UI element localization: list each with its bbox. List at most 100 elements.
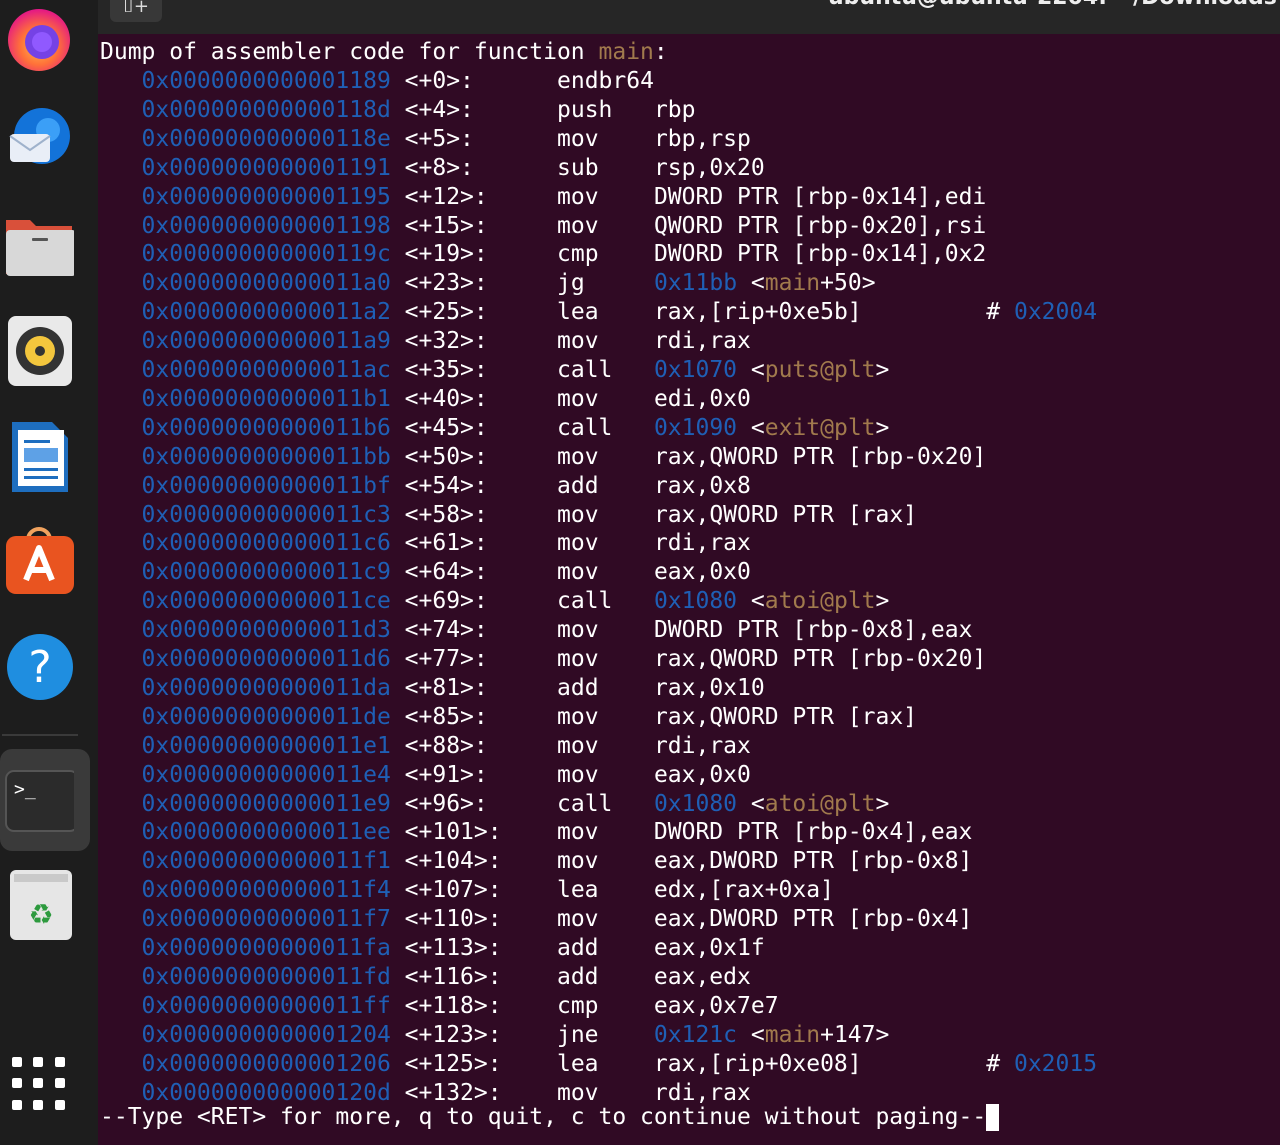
pager-prompt-text: --Type <RET> for more, q to quit, c to c…	[100, 1104, 987, 1130]
pager-prompt: --Type <RET> for more, q to quit, c to c…	[100, 1103, 1000, 1132]
instruction-offset: <+35>:	[404, 357, 488, 383]
show-apps-grid-icon[interactable]	[12, 1057, 66, 1111]
disassembly-line: 0x00000000000011d6 <+77>: mov rax,QWORD …	[100, 645, 987, 674]
instruction-operands: rax,[rip+0xe08]	[653, 1050, 862, 1077]
trash-icon[interactable]: ♻	[4, 870, 74, 940]
instruction-operands: DWORD PTR [rbp-0x4],eax	[653, 819, 973, 846]
instruction-operands: eax,0x7e7	[653, 992, 779, 1019]
instruction-address: 0x00000000000011ff	[141, 992, 391, 1019]
instruction-mnemonic: mov	[557, 703, 599, 730]
disassembly-line: 0x00000000000011de <+85>: mov rax,QWORD …	[100, 703, 918, 732]
instruction-mnemonic: call	[557, 790, 613, 817]
instruction-mnemonic: mov	[557, 761, 599, 788]
instruction-offset: <+104>:	[404, 848, 502, 875]
instruction-address: 0x00000000000011c9	[141, 559, 391, 586]
disassembly-line: 0x00000000000011bf <+54>: add rax,0x8	[100, 472, 751, 501]
instruction-address: 0x0000000000001204	[141, 1021, 391, 1048]
instruction-offset: <+15>:	[404, 212, 488, 239]
intro-colon: :	[653, 39, 668, 65]
instruction-address: 0x00000000000011ee	[141, 819, 391, 846]
disassembly-line: 0x00000000000011ff <+118>: cmp eax,0x7e7	[100, 992, 779, 1021]
terminal-icon[interactable]: >_	[4, 765, 74, 835]
instruction-operands: rdi,rax	[653, 530, 751, 557]
instruction-operands: edx,[rax+0xa]	[653, 877, 834, 904]
branch-target-address: 0x1070	[653, 357, 738, 383]
firefox-icon[interactable]	[4, 2, 74, 72]
instruction-mnemonic: mov	[557, 732, 599, 759]
instruction-address: 0x00000000000011e4	[141, 761, 391, 788]
terminal-output[interactable]: Dump of assembler code for function main…	[98, 34, 1280, 1145]
instruction-offset: <+116>:	[404, 963, 502, 990]
instruction-address: 0x00000000000011f7	[141, 906, 391, 933]
instruction-address: 0x0000000000001189	[141, 68, 391, 94]
terminal-header-bar: ⌷+ ubuntu@ubuntu-2204: ~/Downloads	[98, 0, 1280, 34]
instruction-operands: eax,0x0	[653, 761, 751, 788]
instruction-address: 0x00000000000011de	[141, 703, 391, 730]
branch-target-address: 0x1080	[653, 790, 738, 817]
instruction-offset: <+25>:	[404, 299, 488, 326]
instruction-mnemonic: add	[557, 674, 599, 701]
instruction-offset: <+125>:	[404, 1050, 502, 1077]
disassembly-line: 0x0000000000001198 <+15>: mov QWORD PTR …	[100, 212, 987, 241]
instruction-mnemonic: cmp	[557, 241, 599, 268]
instruction-operands: rdi,rax	[653, 732, 751, 759]
instruction-mnemonic: mov	[557, 125, 599, 152]
instruction-address: 0x000000000000118d	[141, 96, 391, 123]
instruction-operands: eax,DWORD PTR [rbp-0x4]	[653, 906, 973, 933]
instruction-operands: DWORD PTR [rbp-0x14],edi	[653, 183, 987, 210]
new-tab-button[interactable]: ⌷+	[110, 0, 162, 22]
instruction-offset: <+118>:	[404, 992, 502, 1019]
instruction-operands: rdi,rax	[653, 328, 751, 355]
instruction-offset: <+12>:	[404, 183, 488, 210]
instruction-mnemonic: add	[557, 472, 599, 499]
disassembly-line: 0x00000000000011e9 <+96>: call 0x1080 <a…	[141, 790, 890, 817]
instruction-address: 0x0000000000001198	[141, 212, 391, 239]
instruction-address: 0x000000000000118e	[141, 125, 391, 152]
instruction-mnemonic: mov	[557, 501, 599, 528]
instruction-address: 0x00000000000011e9	[141, 790, 391, 817]
branch-target-address: 0x11bb	[653, 270, 738, 297]
rhythmbox-icon[interactable]	[4, 316, 74, 386]
instruction-mnemonic: mov	[557, 530, 599, 557]
app-center-icon[interactable]	[4, 526, 74, 596]
thunderbird-icon[interactable]	[4, 104, 74, 174]
disassembly-line: 0x00000000000011c6 <+61>: mov rdi,rax	[100, 529, 751, 558]
instruction-address: 0x00000000000011b6	[141, 414, 391, 441]
dock-separator	[2, 734, 78, 736]
instruction-mnemonic: call	[557, 588, 613, 615]
disassembly-line: 0x00000000000011ee <+101>: mov DWORD PTR…	[100, 818, 973, 847]
disassembly-line: 0x000000000000118d <+4>: push rbp	[100, 96, 696, 125]
branch-target-address: 0x1090	[653, 414, 738, 441]
disassembly-line: 0x00000000000011f4 <+107>: lea edx,[rax+…	[100, 876, 834, 905]
branch-target-symbol: exit@plt	[764, 414, 876, 441]
instruction-mnemonic: add	[556, 963, 599, 990]
instruction-address: 0x0000000000001206	[141, 1050, 391, 1077]
instruction-offset: <+32>:	[404, 328, 488, 355]
instruction-mnemonic: sub	[557, 154, 599, 181]
instruction-operands: rax,0x8	[653, 472, 751, 499]
instruction-mnemonic: push	[557, 96, 613, 123]
instruction-offset: <+4>:	[404, 96, 474, 123]
disassembly-line: 0x00000000000011f7 <+110>: mov eax,DWORD…	[100, 905, 973, 934]
instruction-operands: edi,0x0	[653, 385, 751, 412]
instruction-mnemonic: mov	[557, 646, 599, 672]
instruction-mnemonic: mov	[556, 819, 599, 846]
svg-text:?: ?	[28, 642, 51, 693]
files-icon[interactable]	[4, 210, 74, 280]
instruction-address: 0x00000000000011b1	[141, 385, 391, 412]
instruction-operands: eax,edx	[653, 963, 751, 990]
instruction-mnemonic: lea	[556, 877, 599, 904]
disassembly-line: 0x00000000000011d3 <+74>: mov DWORD PTR …	[100, 616, 973, 645]
instruction-address: 0x00000000000011fd	[141, 963, 391, 990]
instruction-address: 0x00000000000011ac	[141, 357, 391, 383]
instruction-address: 0x0000000000001191	[141, 154, 391, 181]
instruction-address: 0x00000000000011d6	[141, 646, 391, 672]
instruction-offset: <+54>:	[404, 472, 488, 499]
instruction-offset: <+77>:	[404, 646, 488, 672]
instruction-operands: eax,0x0	[653, 559, 751, 586]
instruction-offset: <+81>:	[404, 674, 488, 701]
libreoffice-writer-icon[interactable]	[4, 422, 74, 492]
help-icon[interactable]: ?	[4, 632, 74, 702]
text-cursor	[986, 1104, 1000, 1131]
instruction-offset: <+45>:	[404, 414, 488, 441]
